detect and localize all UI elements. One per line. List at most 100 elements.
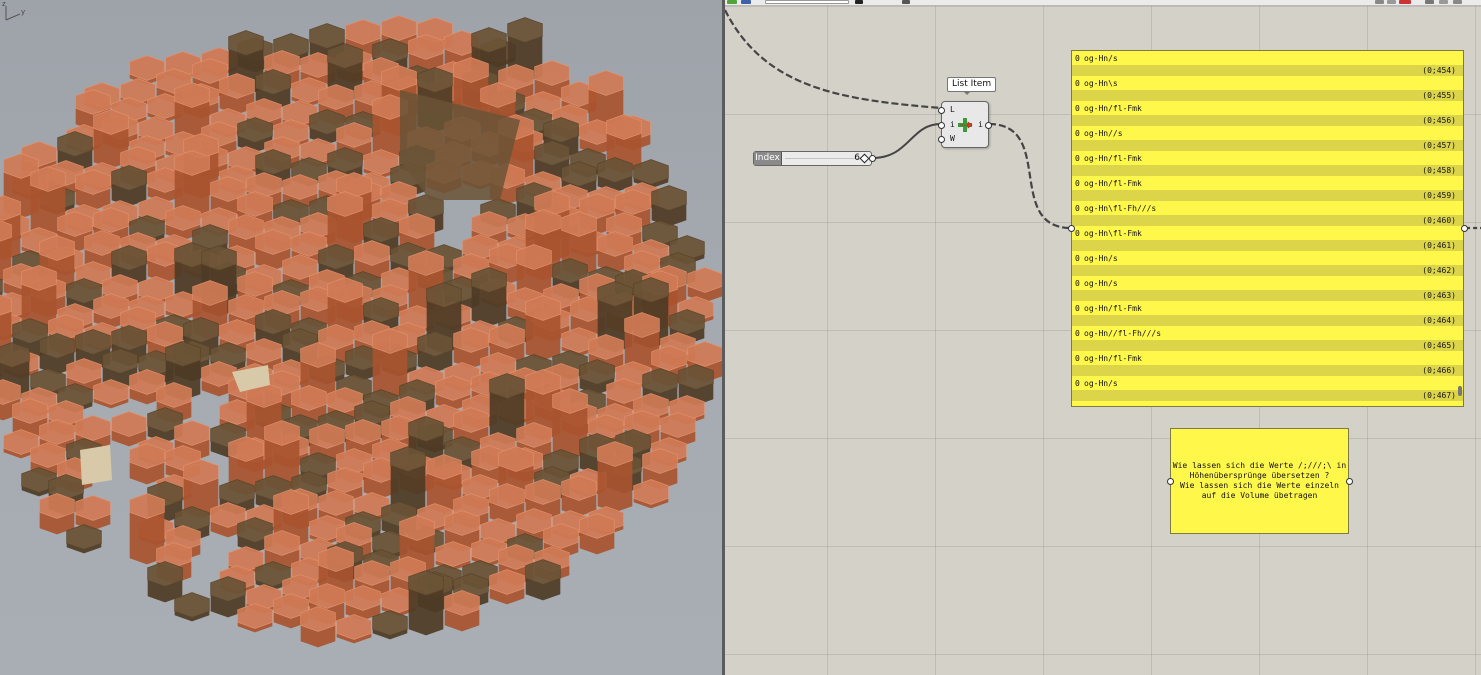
hex-volume xyxy=(93,379,129,409)
row-path: (0;458) xyxy=(1422,166,1456,175)
panel-row: 0 og-Hn/s (0;454) xyxy=(1072,51,1463,76)
row-index: 0 xyxy=(1075,154,1080,163)
row-value: og-Hn/fl-Fmk xyxy=(1084,354,1142,363)
hex-volume xyxy=(408,570,444,636)
row-index: 0 xyxy=(1075,204,1080,213)
row-path: (0;465) xyxy=(1422,341,1456,350)
row-index: 0 xyxy=(1075,329,1080,338)
row-path: (0;467) xyxy=(1422,391,1456,400)
slider-label: Index xyxy=(754,152,782,165)
row-path: (0;454) xyxy=(1422,66,1456,75)
hex-volume xyxy=(39,493,75,535)
hex-volume xyxy=(525,559,561,601)
hex-volume xyxy=(75,495,111,531)
row-value: og-Hn/s xyxy=(1084,254,1118,263)
row-value: og-Hn/s xyxy=(1084,379,1118,388)
slider-track[interactable] xyxy=(785,158,863,159)
hex-volume xyxy=(597,157,633,193)
row-path: (0;457) xyxy=(1422,141,1456,150)
row-value: og-Hn/fl-Fmk xyxy=(1084,179,1142,188)
input-L-label[interactable]: L xyxy=(950,105,955,114)
hex-volume xyxy=(66,524,102,554)
panel-row: 0 og-Hn/fl-Fmk (0;459) xyxy=(1072,176,1463,201)
slider-output-port[interactable] xyxy=(869,155,876,162)
panel-row: 0 og-Hn\s (0;455) xyxy=(1072,76,1463,101)
hex-volume xyxy=(75,169,111,211)
panel-row: 0 og-Hn/fl-Fmk (0;458) xyxy=(1072,151,1463,176)
panel-row: 0 og-Hn/fl-Fmk (0;466) xyxy=(1072,351,1463,376)
hex-volume xyxy=(237,603,273,633)
row-value: og-Hn/fl-Fmk xyxy=(1084,104,1142,113)
row-value: og-Hn\fl-Fh///s xyxy=(1084,204,1157,213)
port-output[interactable] xyxy=(985,122,992,129)
row-value: og-Hn//fl-Fh///s xyxy=(1084,329,1162,338)
list-item-tooltip: List Item xyxy=(947,77,997,95)
row-value: og-Hn/s xyxy=(1084,279,1118,288)
hex-volume xyxy=(444,590,480,632)
port-i[interactable] xyxy=(938,122,945,129)
hex-volume xyxy=(129,443,165,485)
row-path: (0;462) xyxy=(1422,266,1456,275)
panel-row: 0 og-Hn/fl-Fmk (0;456) xyxy=(1072,101,1463,126)
row-index: 0 xyxy=(1075,229,1080,238)
hex-volume xyxy=(633,479,669,509)
hex-volume xyxy=(300,606,336,648)
port-W[interactable] xyxy=(938,136,945,143)
hex-volume xyxy=(561,475,597,517)
output-panel[interactable]: 0 og-Hn/s (0;454) 0 og-Hn\s (0;455) 0 og-Hn/fl-… xyxy=(1071,50,1464,407)
panel-row: 0 og-Hn/fl-Fmk (0;464) xyxy=(1072,301,1463,326)
axis-z-label: z xyxy=(2,0,6,8)
row-index: 0 xyxy=(1075,279,1080,288)
comment-panel[interactable]: Wie lassen sich die Werte /;///;\ in Höh… xyxy=(1170,428,1349,534)
row-path: (0;460) xyxy=(1422,216,1456,225)
panel-scrollbar[interactable] xyxy=(1458,386,1462,396)
hex-volume xyxy=(489,569,525,605)
slider-knob-icon[interactable] xyxy=(859,153,870,164)
output-i-label[interactable]: i xyxy=(978,120,983,129)
row-value: og-Hn/s xyxy=(1084,54,1118,63)
comment-output-port[interactable] xyxy=(1346,478,1353,485)
index-number-slider[interactable]: Index 6 xyxy=(753,151,876,166)
comment-line-4: auf die Volume übetragen xyxy=(1201,491,1318,500)
panel-row: 0 og-Hn\fl-Fh///s (0;460) xyxy=(1072,201,1463,226)
hex-volume xyxy=(111,411,147,447)
panel-output-port[interactable] xyxy=(1461,225,1468,232)
row-value: og-Hn/fl-Fmk xyxy=(1084,154,1142,163)
row-index: 0 xyxy=(1075,54,1080,63)
row-path: (0;464) xyxy=(1422,316,1456,325)
row-value: og-Hn/fl-Fmk xyxy=(1084,304,1142,313)
panel-row: 0 og-Hn/s (0;463) xyxy=(1072,276,1463,301)
hex-volume xyxy=(417,331,453,373)
panel-row: 0 og-Hn//s (0;457) xyxy=(1072,126,1463,151)
rhino-viewport[interactable]: z y xyxy=(0,0,722,675)
row-index: 0 xyxy=(1075,379,1080,388)
row-index: 0 xyxy=(1075,179,1080,188)
hex-volume xyxy=(345,585,381,621)
row-value: og-Hn//s xyxy=(1084,129,1123,138)
row-path: (0;463) xyxy=(1422,291,1456,300)
row-index: 0 xyxy=(1075,104,1080,113)
row-index: 0 xyxy=(1075,79,1080,88)
grasshopper-canvas[interactable]: List Item L i W i Index 6 0 og-Hn/s (0;454… xyxy=(725,0,1481,675)
input-i-label[interactable]: i xyxy=(950,120,955,129)
comment-input-port[interactable] xyxy=(1167,478,1174,485)
input-W-label[interactable]: W xyxy=(950,134,955,143)
beige-face xyxy=(80,445,112,485)
comment-line-2: Höhenübersprünge übersetzen ? xyxy=(1189,471,1330,480)
row-index: 0 xyxy=(1075,129,1080,138)
list-item-component[interactable]: L i W i xyxy=(938,101,992,148)
hex-volume xyxy=(174,592,210,622)
hex-volume xyxy=(147,561,183,603)
panel-input-port[interactable] xyxy=(1068,225,1075,232)
hex-volume xyxy=(651,185,687,227)
port-L[interactable] xyxy=(938,107,945,114)
wire-index-input xyxy=(871,123,942,159)
panel-row: 0 og-Hn//fl-Fh///s (0;465) xyxy=(1072,326,1463,351)
wire-list-input xyxy=(725,9,942,110)
hex-volume xyxy=(687,267,722,303)
row-value: og-Hn\fl-Fmk xyxy=(1084,229,1142,238)
wire-item-output xyxy=(988,122,1072,230)
hex-volume xyxy=(111,165,147,207)
hex-volume xyxy=(525,295,561,361)
row-index: 0 xyxy=(1075,304,1080,313)
